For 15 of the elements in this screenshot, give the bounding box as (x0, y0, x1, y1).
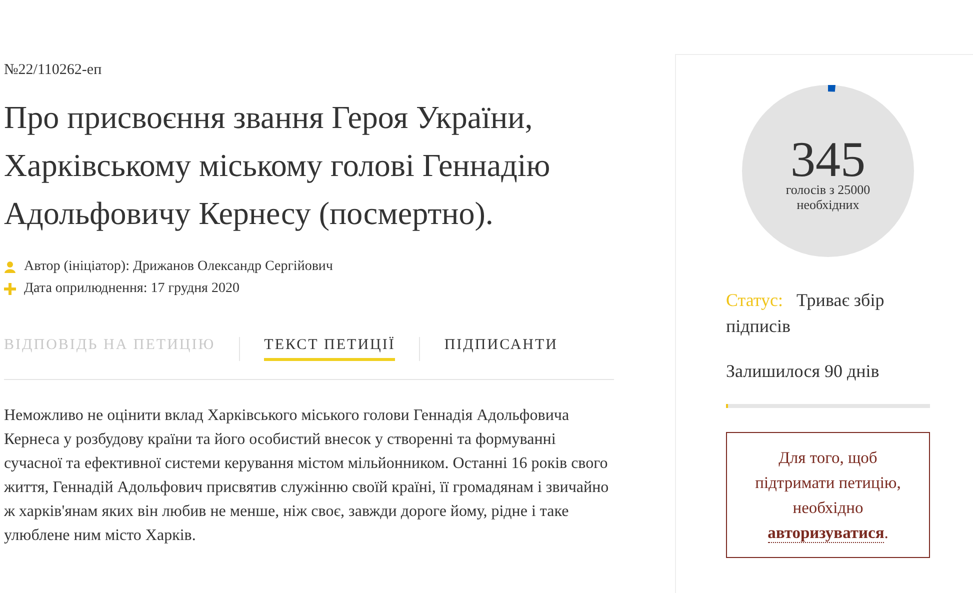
meta-text: Дата оприлюднення: 17 грудня 2020 (24, 281, 240, 297)
tab[interactable]: ПІДПИСАНТИ (444, 337, 558, 361)
plus-icon (4, 283, 16, 295)
petition-title: Про присвоєння звання Героя України, Харківському міському голові Геннадію Адольфовичу Кернесу (посмертно). (4, 98, 552, 233)
meta-text: Автор (ініціатор): Дрижанов Олександр Сергійович (24, 259, 333, 275)
person-icon (4, 261, 16, 273)
login-link[interactable]: авторизуватися (768, 523, 884, 543)
vote-count: 345 (790, 136, 866, 182)
notice-text: Для того, щоб підтримати петицію, необхідно авторизуватися. (755, 448, 901, 543)
tab[interactable]: ТЕКСТ ПЕТИЦІЇ (264, 337, 396, 361)
vote-caption: голосів з 25000 необхідних (784, 182, 872, 212)
status-text: Статус: Триває збір підписів (726, 289, 886, 338)
petition-text: Неможливо не оцінити вклад Харківського міського голови Геннадія Адольфовича Кернеса у розбудову країни та його особистий внесок у створенні та формуванні сучасної та ефективної системи керування містом мільйонником. Останні 16 років свого життя, Геннадій Адольфович присвятив служінню своїй країні, її громадянам і звичайно ж харків'янам яких він любив не менше, ніж своє, завжди дороге йому, рідне і таке улюблене ним місто Харків. (4, 406, 610, 546)
days-remaining: Залишилося 90 днів (726, 361, 880, 382)
petition-number: №22/110262-еп (4, 62, 103, 79)
